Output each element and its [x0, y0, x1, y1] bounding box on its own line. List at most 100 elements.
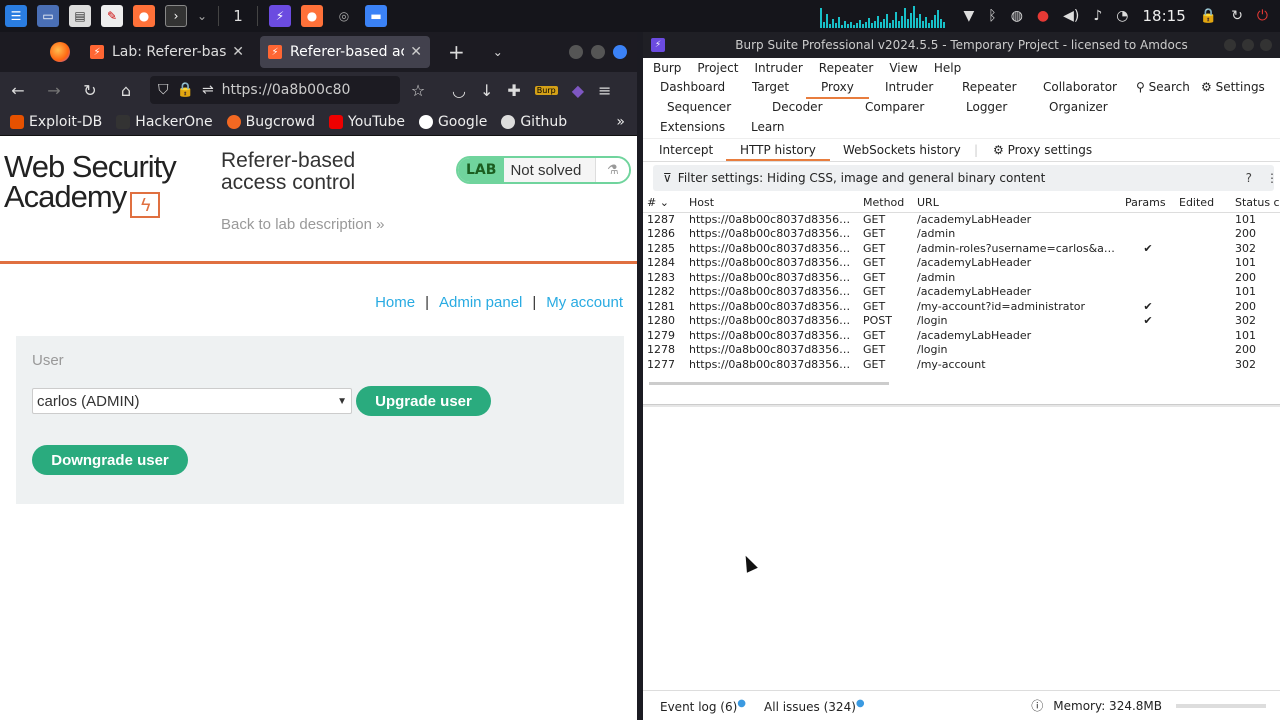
power-icon[interactable]: ⏻ [1257, 8, 1268, 24]
permissions-icon[interactable]: ⇌ [202, 82, 214, 98]
tab-repeater[interactable]: Repeater [962, 80, 1017, 94]
more-options-icon[interactable]: ⋮ [1266, 171, 1278, 185]
column-header-edited[interactable]: Edited [1175, 194, 1231, 213]
tab-intercept[interactable]: Intercept [659, 143, 713, 157]
tab-intruder[interactable]: Intruder [885, 80, 933, 94]
filter-bar[interactable]: ⊽ Filter settings: Hiding CSS, image and… [653, 165, 1278, 191]
back-arrow-icon[interactable]: ← [0, 81, 36, 100]
table-row[interactable]: 1286 https://0a8b00c8037d83568... GET/admi… [643, 227, 1280, 242]
horizontal-scrollbar[interactable] [649, 381, 889, 385]
table-row[interactable]: 1281 https://0a8b00c8037d83568... GET/my-a… [643, 299, 1280, 314]
table-row[interactable]: 1279 https://0a8b00c8037d83568... GET/acad… [643, 328, 1280, 343]
desktop-icon[interactable]: ▭ [37, 5, 59, 27]
table-row[interactable]: 1277 https://0a8b00c8037d83568... GET/my-a… [643, 357, 1280, 372]
downloads-icon[interactable]: ↓ [480, 81, 493, 100]
files-icon[interactable]: ▤ [69, 5, 91, 27]
column-header-host[interactable]: Host [685, 194, 859, 213]
bookmark-youtube[interactable]: YouTube [329, 114, 405, 130]
notifications-icon[interactable]: ♪ [1093, 8, 1102, 24]
editor-icon[interactable]: ✎ [101, 5, 123, 27]
menu-help[interactable]: Help [934, 61, 961, 75]
column-header-status[interactable]: Status c [1231, 194, 1280, 213]
close-window-icon[interactable] [1260, 39, 1272, 51]
window-task-icon[interactable]: ▬ [365, 5, 387, 27]
search-button[interactable]: ⚲ Search [1136, 80, 1190, 94]
bookmark-hackerone[interactable]: HackerOne [116, 114, 213, 130]
maximize-icon[interactable] [591, 45, 605, 59]
downgrade-user-button[interactable]: Downgrade user [32, 445, 188, 475]
back-to-lab-description-link[interactable]: Back to lab description » [221, 216, 384, 233]
settings-button[interactable]: ⚙ Settings [1201, 80, 1265, 94]
burp-extension-icon[interactable]: Burp [534, 85, 558, 95]
help-icon[interactable]: ? [1246, 171, 1252, 185]
column-header-method[interactable]: Method [859, 194, 913, 213]
lock-icon[interactable]: 🔒 [1200, 8, 1217, 24]
table-row[interactable]: 1282 https://0a8b00c8037d83568... GET/acad… [643, 285, 1280, 300]
column-header-url[interactable]: URL [913, 194, 1121, 213]
table-row[interactable]: 1287 https://0a8b00c8037d83568... GET/acad… [643, 212, 1280, 227]
all-issues-button[interactable]: All issues (324)● [764, 698, 865, 714]
bookmark-github[interactable]: Github [501, 114, 567, 130]
column-header-params[interactable]: Params [1121, 194, 1175, 213]
bookmark-star-icon[interactable]: ☆ [400, 81, 436, 100]
proxy-settings-button[interactable]: ⚙ Proxy settings [993, 143, 1092, 157]
logout-icon[interactable]: ↻ [1231, 8, 1243, 24]
tab-websockets-history[interactable]: WebSockets history [843, 143, 961, 157]
admin-panel-link[interactable]: Admin panel [439, 294, 522, 311]
bluetooth-icon[interactable]: ᛒ [988, 8, 996, 24]
tab-collaborator[interactable]: Collaborator [1043, 80, 1117, 94]
web-security-academy-logo[interactable]: Web Security Academy ϟ [4, 151, 177, 218]
wifi-icon[interactable]: ▼ [964, 8, 975, 24]
minimize-icon[interactable] [1224, 39, 1236, 51]
url-text[interactable]: https://0a8b00c80 [222, 82, 351, 98]
foxyproxy-icon[interactable]: ◆ [572, 81, 584, 100]
tab-sequencer[interactable]: Sequencer [667, 100, 731, 114]
browser-tab-lab[interactable]: ⚡ Referer-based ac ✕ [260, 36, 430, 68]
forward-arrow-icon[interactable]: → [36, 81, 72, 100]
workspace-indicator[interactable]: 1 [225, 7, 251, 25]
tab-comparer[interactable]: Comparer [865, 100, 924, 114]
maximize-icon[interactable] [1242, 39, 1254, 51]
tab-organizer[interactable]: Organizer [1049, 100, 1108, 114]
more-bookmarks-icon[interactable]: » [616, 114, 625, 130]
firefox-task-icon[interactable]: ● [301, 5, 323, 27]
pocket-icon[interactable]: ◡ [452, 81, 466, 100]
app-task-icon[interactable]: ◎ [333, 5, 355, 27]
table-row[interactable]: 1284 https://0a8b00c8037d83568... GET/acad… [643, 256, 1280, 271]
extensions-icon[interactable]: ✚ [507, 81, 520, 100]
firefox-icon[interactable]: ● [133, 5, 155, 27]
event-log-button[interactable]: Event log (6)● [660, 698, 746, 714]
close-tab-icon[interactable]: ✕ [410, 44, 422, 60]
menu-project[interactable]: Project [697, 61, 738, 75]
new-tab-icon[interactable]: + [448, 40, 465, 64]
menu-repeater[interactable]: Repeater [819, 61, 874, 75]
table-row[interactable]: 1285 https://0a8b00c8037d83568... GET/admi… [643, 241, 1280, 256]
url-bar[interactable]: ⛉ 🔒 ⇌ https://0a8b00c80 [150, 76, 400, 104]
pane-splitter[interactable] [643, 404, 1280, 407]
tab-learn[interactable]: Learn [751, 120, 785, 134]
volume-icon[interactable]: ◀) [1063, 8, 1079, 24]
menu-view[interactable]: View [889, 61, 917, 75]
bookmark-bugcrowd[interactable]: Bugcrowd [226, 114, 315, 130]
tab-logger[interactable]: Logger [966, 100, 1007, 114]
reload-icon[interactable]: ↻ [72, 81, 108, 100]
tab-decoder[interactable]: Decoder [772, 100, 823, 114]
home-link[interactable]: Home [375, 294, 415, 311]
home-icon[interactable]: ⌂ [108, 81, 144, 100]
menu-icon[interactable]: ≡ [598, 81, 611, 100]
bookmark-google[interactable]: Google [418, 114, 487, 130]
browser-tab-lab-description[interactable]: ⚡ Lab: Referer-base ✕ [82, 36, 252, 68]
terminal-icon[interactable]: › [165, 5, 187, 27]
column-header-number[interactable]: # ⌄ [643, 194, 685, 213]
tab-extensions[interactable]: Extensions [660, 120, 725, 134]
vpn-icon[interactable]: ◍ [1011, 8, 1023, 24]
tab-http-history[interactable]: HTTP history [726, 143, 830, 161]
lock-icon[interactable]: 🔒 [177, 82, 194, 98]
chevron-down-icon[interactable]: ⌄ [197, 5, 207, 27]
microphone-icon[interactable]: ● [1037, 8, 1049, 24]
tab-target[interactable]: Target [752, 80, 789, 94]
burp-task-icon[interactable]: ⚡ [269, 5, 291, 27]
bookmark-exploit-db[interactable]: Exploit-DB [10, 114, 102, 130]
close-tab-icon[interactable]: ✕ [232, 44, 244, 60]
user-select[interactable]: carlos (ADMIN) ▼ [32, 388, 352, 414]
